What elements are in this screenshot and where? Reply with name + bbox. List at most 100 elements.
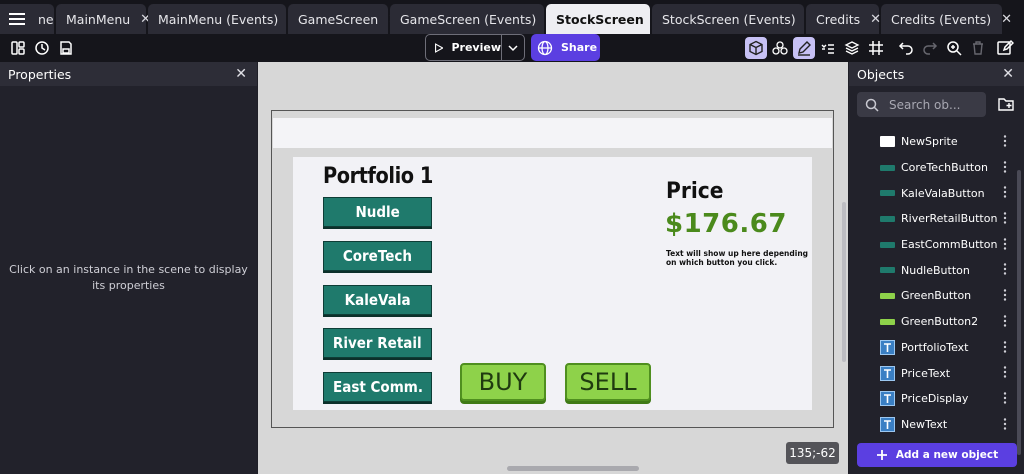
objects-list: NewSprite CoreTechButton KaleValaButton Riv… [849,129,1024,437]
river-retail-button[interactable]: River Retail [323,328,432,358]
object-list-item[interactable]: CoreTechButton [849,155,1024,181]
preview-main[interactable]: Preview [426,35,502,60]
more-options-icon[interactable] [1003,391,1007,407]
kalevala-button[interactable]: KaleVala [323,285,432,315]
price-display[interactable]: $176.67 [665,209,787,239]
scene-top-strip [273,118,832,148]
add-new-object-button[interactable]: Add a new object [857,443,1017,467]
close-icon[interactable]: ✕ [235,66,247,82]
coretech-button[interactable]: CoreTech [323,241,432,271]
more-options-icon[interactable] [1003,262,1007,278]
tab-gamescreen[interactable]: GameScreen ✕ [288,4,399,34]
object-name: PriceText [901,366,951,380]
object-list-item[interactable]: RiverRetailButton [849,206,1024,232]
more-options-icon[interactable] [1003,237,1007,253]
text-object-icon [880,365,895,381]
undo-icon[interactable] [895,37,917,59]
close-icon[interactable]: ✕ [1001,12,1012,27]
instances-list-icon[interactable] [817,37,839,59]
hamburger-menu-icon[interactable] [0,4,34,34]
properties-panel: Properties ✕ Click on an instance in the… [0,62,257,474]
buy-button[interactable]: BUY [460,363,546,401]
objects-header: Objects ✕ [849,62,1024,86]
price-text[interactable]: Price [666,179,723,204]
tab-stockscreen-events[interactable]: StockScreen (Events) ✕ [652,4,817,34]
more-options-icon[interactable] [1003,288,1007,304]
more-options-icon[interactable] [1003,314,1007,330]
sell-label: SELL [579,368,637,396]
more-options-icon[interactable] [1003,160,1007,176]
scene-canvas[interactable]: Portfolio 1 Nudle CoreTech KaleVala Rive… [258,62,848,474]
more-options-icon[interactable] [1003,185,1007,201]
nudle-button[interactable]: Nudle [323,197,432,227]
tab-label: MainMenu (Events) [158,11,279,27]
preview-button[interactable]: Preview [425,34,525,61]
game-scene[interactable]: Portfolio 1 Nudle CoreTech KaleVala Rive… [293,157,812,410]
objects-panel-toggle-icon[interactable] [745,37,767,59]
tab-stockscreen[interactable]: StockScreen [546,4,650,34]
objects-title: Objects [857,66,905,82]
edit-scene-icon[interactable] [994,37,1016,59]
more-options-icon[interactable] [1003,340,1007,356]
more-options-icon[interactable] [1003,365,1007,381]
add-folder-icon[interactable] [997,95,1015,113]
objects-search-input[interactable]: Search ob... [857,92,986,117]
objects-scrollbar[interactable] [1017,170,1021,455]
east-comm-button[interactable]: East Comm. [323,372,432,402]
tab-mainmenu-events[interactable]: MainMenu (Events) ✕ [148,4,299,34]
sprite-thumbnail-icon [880,134,895,149]
tab-credits-events[interactable]: Credits (Events) ✕ [881,4,1012,34]
close-icon[interactable]: ✕ [870,12,881,27]
text-object-icon [880,339,895,355]
tab-credits[interactable]: Credits ✕ [806,4,881,34]
horizontal-scrollbar[interactable] [507,466,639,471]
history-icon[interactable] [31,37,53,59]
tab-truncated[interactable]: ne [0,4,54,34]
object-list-item[interactable]: EastCommButton [849,232,1024,258]
close-icon[interactable]: ✕ [1002,66,1014,82]
object-list-item[interactable]: NudleButton [849,257,1024,283]
preview-options-dropdown[interactable] [502,44,524,52]
object-list-item[interactable]: GreenButton [849,283,1024,309]
tab-label: ne [38,11,54,27]
more-options-icon[interactable] [1003,417,1007,433]
sell-button[interactable]: SELL [565,363,651,401]
object-list-item[interactable]: PriceDisplay [849,386,1024,412]
new-text[interactable]: Text will show up here depending on whic… [666,249,811,267]
portfolio-text[interactable]: Portfolio 1 [323,164,433,189]
tab-label: Credits (Events) [891,11,992,27]
tab-mainmenu[interactable]: MainMenu ✕ [56,4,151,34]
object-list-item[interactable]: NewSprite [849,129,1024,155]
tab-gamescreen-events[interactable]: GameScreen (Events) ✕ [390,4,557,34]
scene-viewport[interactable]: Portfolio 1 Nudle CoreTech KaleVala Rive… [271,110,834,428]
panels-layout-icon[interactable] [7,37,29,59]
vertical-scrollbar[interactable] [842,202,846,362]
object-list-item[interactable]: NewText [849,412,1024,438]
sprite-swatch [880,267,895,274]
tab-label: StockScreen (Events) [662,11,796,27]
tab-label: MainMenu [66,11,131,27]
properties-header: Properties ✕ [0,62,257,86]
object-name: PriceDisplay [901,392,969,406]
more-options-icon[interactable] [1003,134,1007,150]
save-icon[interactable] [55,37,77,59]
sprite-thumbnail-icon [880,211,895,226]
object-name: NewText [901,417,948,431]
share-button[interactable]: Share [531,34,600,61]
sprite-thumbnail-icon [880,237,895,252]
object-groups-icon[interactable] [769,37,791,59]
layers-icon[interactable] [841,37,863,59]
delete-icon[interactable] [967,37,989,59]
redo-icon[interactable] [919,37,941,59]
more-options-icon[interactable] [1003,211,1007,227]
object-list-item[interactable]: PortfolioText [849,335,1024,361]
object-list-item[interactable]: PriceText [849,360,1024,386]
sprite-thumbnail-icon [880,288,895,303]
properties-edit-icon[interactable] [793,37,815,59]
zoom-icon[interactable] [943,37,965,59]
object-list-item[interactable]: KaleValaButton [849,180,1024,206]
object-list-item[interactable]: GreenButton2 [849,309,1024,335]
grid-icon[interactable] [865,37,887,59]
globe-icon [537,40,553,55]
editor-toolbar: Preview Share [0,34,1024,62]
